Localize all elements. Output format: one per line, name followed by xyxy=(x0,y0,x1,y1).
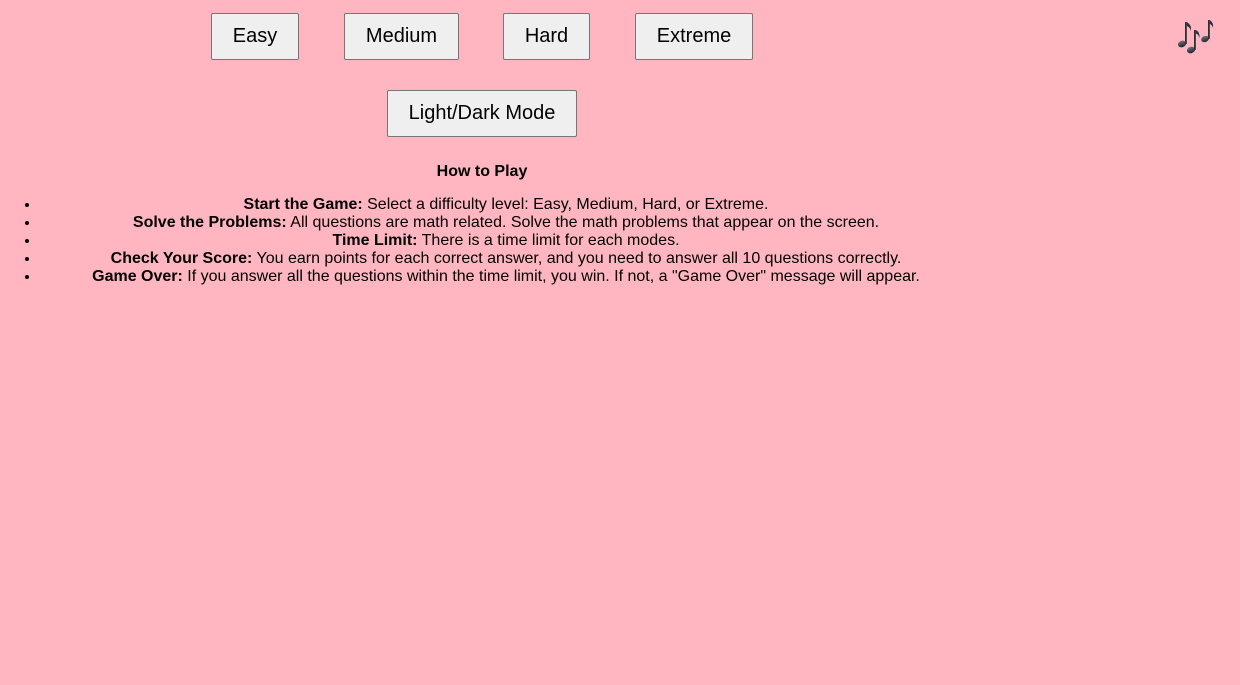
instruction-text: There is a time limit for each modes. xyxy=(421,232,680,249)
list-item: Time Limit: There is a time limit for ea… xyxy=(40,232,964,250)
instruction-heading: Time Limit: xyxy=(332,232,418,249)
instruction-heading: Start the Game: xyxy=(243,196,363,213)
how-to-play-section: How to Play Start the Game: Select a dif… xyxy=(0,162,964,286)
instruction-heading: Check Your Score: xyxy=(110,250,253,267)
list-item: Game Over: If you answer all the questio… xyxy=(40,268,964,286)
list-item: Check Your Score: You earn points for ea… xyxy=(40,250,964,268)
medium-button[interactable]: Medium xyxy=(344,13,459,60)
instruction-heading: Solve the Problems: xyxy=(132,214,287,231)
instruction-text: All questions are math related. Solve th… xyxy=(290,214,880,231)
instruction-text: Select a difficulty level: Easy, Medium,… xyxy=(367,196,769,213)
extreme-button[interactable]: Extreme xyxy=(635,13,753,60)
music-toggle-button[interactable] xyxy=(1176,14,1216,56)
instruction-text: You earn points for each correct answer,… xyxy=(256,250,902,267)
music-notes-icon xyxy=(1177,20,1214,54)
game-page: Easy Medium Hard Extreme Light/Dark Mode xyxy=(0,0,1240,685)
easy-button[interactable]: Easy xyxy=(211,13,299,60)
instruction-heading: Game Over: xyxy=(92,268,183,285)
how-to-play-title: How to Play xyxy=(436,163,528,180)
list-item: Solve the Problems: All questions are ma… xyxy=(40,214,964,232)
hard-button[interactable]: Hard xyxy=(503,13,590,60)
list-item: Start the Game: Select a difficulty leve… xyxy=(40,196,964,214)
instructions-list: Start the Game: Select a difficulty leve… xyxy=(0,196,964,286)
light-dark-mode-button[interactable]: Light/Dark Mode xyxy=(387,90,577,137)
instruction-text: If you answer all the questions within t… xyxy=(187,268,920,285)
